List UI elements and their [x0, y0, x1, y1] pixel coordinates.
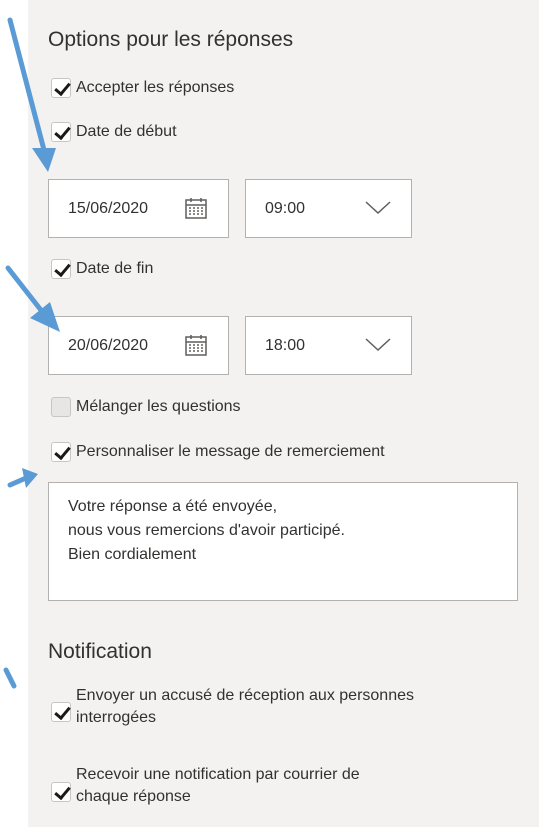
custom-thanks-label: Personnaliser le message de remerciement: [76, 443, 385, 460]
start-date-value: 15/06/2020: [68, 200, 149, 217]
send-receipt-checkbox[interactable]: [51, 702, 71, 722]
thanks-message-line: nous vous remercions d'avoir participé.: [68, 522, 345, 539]
annotation-arrow-notification: [3, 667, 17, 689]
shuffle-questions-checkbox[interactable]: [51, 397, 71, 417]
send-receipt-label-line: interrogées: [76, 709, 157, 726]
shuffle-questions-label: Mélanger les questions: [76, 398, 241, 415]
end-date-checkbox[interactable]: [51, 259, 71, 279]
annotation-arrow-thanks: [7, 475, 29, 488]
end-time-select[interactable]: 18:00: [245, 316, 412, 375]
end-time-value: 18:00: [265, 337, 306, 354]
receive-notification-label-line: chaque réponse: [76, 788, 191, 805]
custom-thanks-checkbox[interactable]: [51, 442, 71, 462]
receive-notification-label: Recevoir une notification par courrier d…: [76, 764, 360, 808]
chevron-down-icon: [365, 338, 391, 352]
thanks-message-line: Votre réponse a été envoyée,: [68, 498, 278, 515]
calendar-icon[interactable]: [184, 196, 208, 220]
receive-notification-label-line: Recevoir une notification par courrier d…: [76, 766, 360, 783]
thanks-message-textarea[interactable]: Votre réponse a été envoyée, nous vous r…: [48, 482, 518, 601]
notification-title: Notification: [48, 640, 152, 663]
chevron-down-icon: [365, 201, 391, 215]
start-date-label: Date de début: [76, 123, 177, 140]
receive-notification-checkbox[interactable]: [51, 782, 71, 802]
send-receipt-label: Envoyer un accusé de réception aux perso…: [76, 685, 414, 729]
accept-responses-label: Accepter les réponses: [76, 79, 235, 96]
start-date-checkbox[interactable]: [51, 122, 71, 142]
end-date-field[interactable]: 20/06/2020: [48, 316, 229, 375]
send-receipt-label-line: Envoyer un accusé de réception aux perso…: [76, 687, 414, 704]
start-time-value: 09:00: [265, 200, 306, 217]
response-options-title: Options pour les réponses: [48, 28, 294, 51]
start-date-field[interactable]: 15/06/2020: [48, 179, 229, 238]
accept-responses-checkbox[interactable]: [51, 78, 71, 98]
end-date-value: 20/06/2020: [68, 337, 149, 354]
start-time-select[interactable]: 09:00: [245, 179, 412, 238]
end-date-label: Date de fin: [76, 260, 154, 277]
calendar-icon[interactable]: [184, 333, 208, 357]
thanks-message-line: Bien cordialement: [68, 546, 197, 563]
